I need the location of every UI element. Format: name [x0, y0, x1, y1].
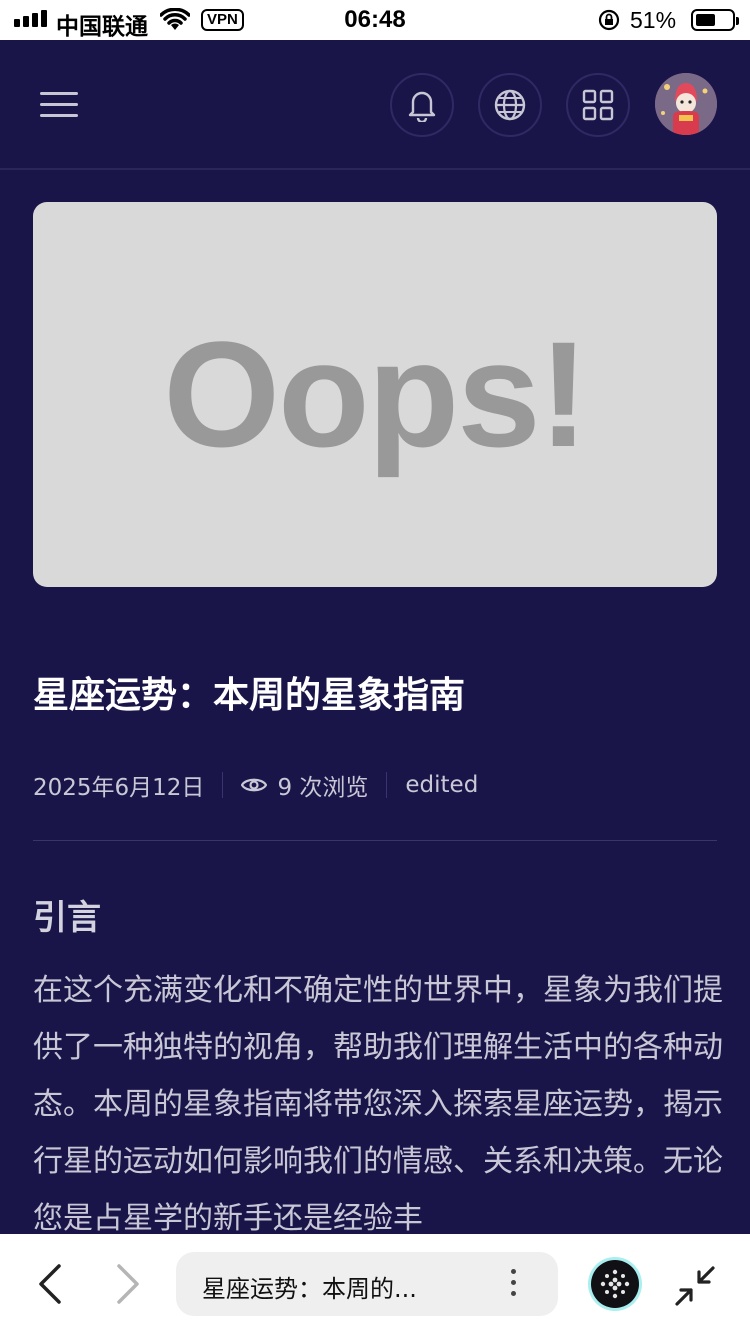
battery-icon [691, 9, 739, 31]
menu-icon[interactable] [40, 92, 78, 118]
apps-button[interactable] [566, 73, 630, 137]
publish-date: 2025年6月12日 [33, 775, 205, 801]
avatar[interactable] [655, 73, 717, 135]
language-button[interactable] [478, 73, 542, 137]
content-divider [33, 840, 717, 841]
sparkle-dots-icon [600, 1269, 630, 1299]
meta-divider [222, 772, 224, 798]
back-icon[interactable] [35, 1262, 65, 1306]
article-title: 星座运势：本周的星象指南 [33, 675, 466, 716]
browser-toolbar: 星座运势：本周的... [0, 1234, 750, 1334]
site-header [0, 40, 750, 170]
collapse-icon[interactable] [671, 1262, 719, 1310]
image-error-text: Oops! [163, 310, 588, 478]
battery-percentage: 51% [630, 7, 677, 33]
edit-status: edited [405, 772, 479, 798]
article-meta: 2025年6月12日 9 次浏览 edited [33, 768, 478, 802]
section-heading: 引言 [33, 898, 101, 938]
article-body: 在这个充满变化和不确定性的世界中，星象为我们提供了一种独特的视角，帮助我们理解生… [33, 973, 723, 1236]
status-bar: 中国联通 VPN 06:48 51% [0, 0, 750, 40]
assistant-button[interactable] [591, 1260, 639, 1308]
rotation-lock-icon [598, 9, 620, 31]
globe-icon [494, 89, 526, 121]
grid-icon [582, 89, 614, 121]
notifications-button[interactable] [390, 73, 454, 137]
address-bar[interactable]: 星座运势：本周的... [176, 1252, 558, 1316]
forward-icon[interactable] [113, 1262, 143, 1306]
page-title-label: 星座运势：本周的... [202, 1275, 417, 1303]
article-image-placeholder: Oops! [33, 202, 717, 587]
more-options-icon[interactable] [509, 1269, 517, 1299]
bell-icon [408, 91, 436, 122]
view-count: 9 次浏览 [277, 775, 369, 801]
meta-divider [386, 772, 388, 798]
avatar-image [655, 73, 717, 135]
eye-icon [241, 778, 268, 792]
